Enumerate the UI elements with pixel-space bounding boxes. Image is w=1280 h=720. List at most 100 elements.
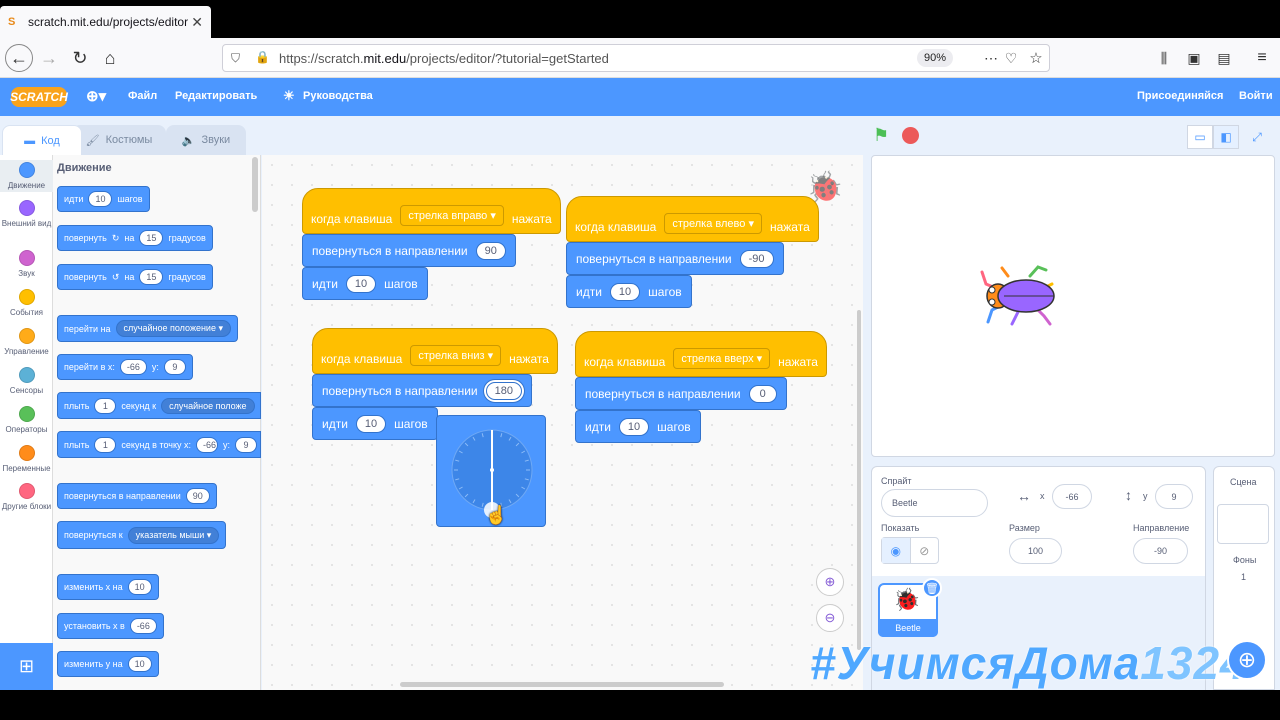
- normal-stage-button[interactable]: ◧: [1213, 125, 1239, 149]
- block-input[interactable]: 10: [88, 191, 113, 207]
- sprite-y-input[interactable]: 9: [1155, 484, 1193, 509]
- forward-button[interactable]: →: [35, 44, 63, 72]
- block-turn-right[interactable]: повернуть ↻ на 15 градусов: [57, 225, 213, 251]
- when-key-pressed-block[interactable]: когда клавиша стрелка влево ▾ нажата: [566, 196, 819, 242]
- beetle-sprite[interactable]: [978, 264, 1058, 332]
- library-icon[interactable]: ⫼: [1150, 44, 1178, 72]
- lock-icon[interactable]: 🔒: [255, 50, 270, 64]
- point-direction-block[interactable]: повернуться в направлении 180: [312, 374, 532, 407]
- hamburger-menu-icon[interactable]: ≡: [1248, 44, 1276, 72]
- block-input[interactable]: 15: [139, 230, 164, 246]
- point-direction-block[interactable]: повернуться в направлении 0: [575, 377, 787, 410]
- category-9[interactable]: Другие блоки: [0, 481, 53, 513]
- when-key-pressed-block[interactable]: когда клавиша стрелка вправо ▾ нажата: [302, 188, 561, 234]
- add-sprite-button[interactable]: ⊕: [1227, 640, 1267, 680]
- fullscreen-button[interactable]: ⤢: [1244, 125, 1270, 149]
- home-button[interactable]: ⌂: [96, 44, 124, 72]
- steps-input[interactable]: 10: [345, 274, 377, 293]
- category-5[interactable]: Управление: [0, 326, 53, 358]
- tab-costumes[interactable]: 🖌 Костюмы: [72, 125, 166, 155]
- language-globe-icon[interactable]: ⊕▾: [86, 87, 106, 105]
- steps-input[interactable]: 10: [355, 414, 387, 433]
- direction-input[interactable]: 90: [475, 241, 506, 260]
- block-input[interactable]: 10: [127, 579, 152, 595]
- pocket-icon[interactable]: ♡: [997, 44, 1025, 72]
- category-3[interactable]: Звук: [0, 248, 53, 280]
- small-stage-button[interactable]: ▭: [1187, 125, 1213, 149]
- block-input[interactable]: -66: [129, 618, 157, 634]
- tab-code[interactable]: ▬ Код: [2, 125, 82, 155]
- when-key-pressed-block[interactable]: когда клавиша стрелка вверх ▾ нажата: [575, 331, 827, 377]
- sprite-x-input[interactable]: -66: [1052, 484, 1092, 509]
- move-steps-block[interactable]: идти 10 шагов: [312, 407, 438, 440]
- block-change-y[interactable]: изменить у на 10: [57, 651, 159, 677]
- block-input[interactable]: 9: [163, 359, 186, 375]
- zoom-level[interactable]: 90%: [917, 49, 953, 67]
- block-input[interactable]: 9: [235, 436, 258, 453]
- point-direction-block[interactable]: повернуться в направлении 90: [302, 234, 516, 267]
- back-button[interactable]: ←: [5, 44, 33, 72]
- block-dropdown[interactable]: указатель мыши ▾: [127, 526, 220, 544]
- sprite-size-input[interactable]: 100: [1009, 538, 1062, 564]
- key-dropdown[interactable]: стрелка влево ▾: [664, 213, 762, 234]
- point-direction-block[interactable]: повернуться в направлении -90: [566, 242, 784, 275]
- menu-edit[interactable]: Редактировать: [175, 90, 257, 102]
- when-key-pressed-block[interactable]: когда клавиша стрелка вниз ▾ нажата: [312, 328, 558, 374]
- block-point-towards[interactable]: повернуться к указатель мыши ▾: [57, 521, 227, 549]
- key-dropdown[interactable]: стрелка вниз ▾: [410, 345, 502, 366]
- add-extension-button[interactable]: ⊞: [0, 643, 53, 690]
- block-input[interactable]: 10: [127, 656, 152, 672]
- block-dropdown[interactable]: случайное положение ▾: [115, 320, 231, 337]
- show-eye-icon[interactable]: ◉: [882, 538, 911, 563]
- bookmark-star-icon[interactable]: ☆: [1022, 44, 1050, 72]
- login-link[interactable]: Войти: [1239, 90, 1273, 102]
- block-input[interactable]: 1: [94, 436, 117, 453]
- block-glide-xy[interactable]: плыть 1 секунд в точку x: -66 y: 9: [57, 431, 261, 458]
- key-dropdown[interactable]: стрелка вправо ▾: [400, 205, 504, 226]
- category-8[interactable]: Переменные: [0, 443, 53, 475]
- direction-input[interactable]: 0: [748, 384, 777, 403]
- sprite-direction-input[interactable]: -90: [1133, 538, 1188, 564]
- stage-thumbnail[interactable]: [1217, 504, 1269, 544]
- zoom-out-button[interactable]: ⊖: [816, 604, 844, 632]
- direction-input[interactable]: 180: [485, 381, 522, 400]
- join-link[interactable]: Присоединяйся: [1137, 90, 1223, 102]
- block-input[interactable]: 15: [139, 269, 164, 285]
- steps-input[interactable]: 10: [609, 282, 641, 301]
- sidebar-icon[interactable]: ▣: [1180, 44, 1208, 72]
- block-turn-left[interactable]: повернуть ↺ на 15 градусов: [57, 264, 213, 290]
- tab-sounds[interactable]: 🔈 Звуки: [166, 125, 246, 155]
- block-point-direction[interactable]: повернуться в направлении 90: [57, 483, 217, 509]
- delete-sprite-trash-icon[interactable]: 🗑: [922, 578, 942, 598]
- category-1[interactable]: Движение: [0, 160, 53, 192]
- stage[interactable]: [871, 155, 1275, 457]
- zoom-in-button[interactable]: ⊕: [816, 568, 844, 596]
- block-dropdown[interactable]: случайное положе: [161, 397, 255, 414]
- block-goto[interactable]: перейти на случайное положение ▾: [57, 315, 238, 342]
- move-steps-block[interactable]: идти 10 шагов: [302, 267, 428, 300]
- category-4[interactable]: События: [0, 287, 53, 319]
- block-set-x[interactable]: установить х в -66: [57, 613, 164, 639]
- lightbulb-icon[interactable]: ☀: [283, 88, 295, 104]
- reader-icon[interactable]: ▤: [1210, 44, 1238, 72]
- sprite-name-input[interactable]: Beetle: [881, 489, 988, 517]
- move-steps-block[interactable]: идти 10 шагов: [566, 275, 692, 308]
- workspace-h-scrollbar[interactable]: [400, 682, 724, 687]
- steps-input[interactable]: 10: [618, 417, 650, 436]
- hide-eye-icon[interactable]: ⊘: [911, 538, 939, 563]
- scratch-logo[interactable]: SCRATCH: [10, 87, 68, 107]
- menu-tutorials[interactable]: Руководства: [303, 90, 373, 102]
- reload-button[interactable]: ↻: [66, 44, 94, 72]
- close-tab-icon[interactable]: ✕: [191, 14, 203, 31]
- category-7[interactable]: Операторы: [0, 404, 53, 436]
- shield-icon[interactable]: ⛉: [231, 51, 240, 66]
- block-goto-xy[interactable]: перейти в x: -66 y: 9: [57, 354, 193, 380]
- direction-input[interactable]: -90: [739, 249, 774, 268]
- category-6[interactable]: Сенсоры: [0, 365, 53, 397]
- move-steps-block[interactable]: идти 10 шагов: [575, 410, 701, 443]
- green-flag-icon[interactable]: ⚑: [873, 125, 889, 146]
- category-2[interactable]: Внешний вид: [0, 198, 53, 230]
- browser-tab[interactable]: S scratch.mit.edu/projects/editor ✕: [0, 6, 211, 38]
- block-glide[interactable]: плыть 1 секунд к случайное положе: [57, 392, 261, 419]
- key-dropdown[interactable]: стрелка вверх ▾: [673, 348, 771, 369]
